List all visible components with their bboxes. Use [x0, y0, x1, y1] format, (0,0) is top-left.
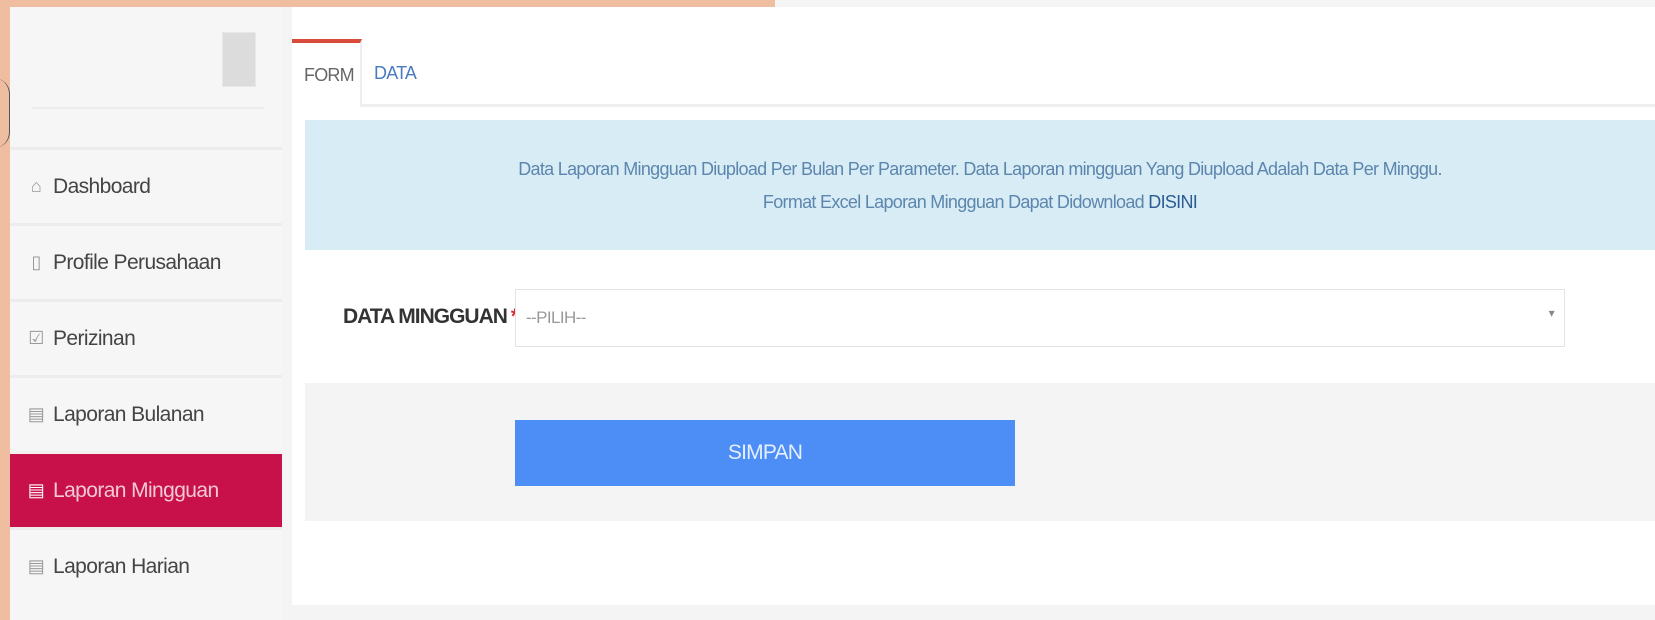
sidebar-item-dashboard[interactable]: ⌂ Dashboard — [10, 147, 282, 223]
file-icon: ▯ — [31, 252, 41, 272]
sidebar-item-label: Laporan Bulanan — [53, 402, 205, 426]
frame-top — [0, 0, 775, 7]
tab-form[interactable]: FORM — [292, 39, 362, 107]
sidebar-item-perizinan[interactable]: ☑ Perizinan — [10, 299, 282, 375]
info-alert: Data Laporan Mingguan Diupload Per Bulan… — [305, 120, 1655, 250]
main-panel: FORM DATA Data Laporan Mingguan Diupload… — [292, 7, 1655, 605]
tab-data[interactable]: DATA — [362, 39, 428, 107]
book-icon: ▤ — [27, 556, 45, 576]
info-line-1: Data Laporan Mingguan Diupload Per Bulan… — [518, 159, 1442, 179]
sidebar: ⌂ Dashboard ▯ Profile Perusahaan ☑ Periz… — [10, 7, 282, 620]
sidebar-item-label: Laporan Mingguan — [53, 478, 219, 502]
sidebar-item-laporan-bulanan[interactable]: ▤ Laporan Bulanan — [10, 375, 282, 451]
sidebar-item-laporan-mingguan[interactable]: ▤ Laporan Mingguan — [10, 451, 282, 527]
data-mingguan-label: DATA MINGGUAN* — [343, 305, 519, 329]
brand-divider — [32, 107, 264, 109]
download-link[interactable]: DISINI — [1148, 192, 1198, 212]
book-icon: ▤ — [27, 404, 45, 424]
field-label-text: DATA MINGGUAN — [343, 305, 508, 328]
brand-logo-placeholder[interactable] — [222, 32, 256, 87]
chevron-down-icon: ▾ — [1548, 306, 1555, 320]
book-icon: ▤ — [27, 480, 45, 500]
frame-curl — [0, 78, 10, 148]
sidebar-menu: ⌂ Dashboard ▯ Profile Perusahaan ☑ Periz… — [10, 147, 282, 603]
sidebar-item-label: Dashboard — [53, 174, 151, 198]
info-line-2-text: Format Excel Laporan Mingguan Dapat Dido… — [762, 192, 1149, 212]
page: ⌂ Dashboard ▯ Profile Perusahaan ☑ Periz… — [0, 0, 1655, 620]
check-square-icon: ☑ — [28, 328, 44, 348]
sidebar-item-label: Profile Perusahaan — [53, 250, 221, 274]
sidebar-item-profile-perusahaan[interactable]: ▯ Profile Perusahaan — [10, 223, 282, 299]
sidebar-item-label: Laporan Harian — [53, 554, 190, 578]
sidebar-item-label: Perizinan — [53, 326, 136, 350]
save-button[interactable]: SIMPAN — [515, 420, 1015, 486]
data-mingguan-select[interactable]: --PILIH-- ▾ — [515, 289, 1565, 347]
sidebar-brand — [10, 7, 282, 145]
dashboard-icon: ⌂ — [30, 176, 42, 196]
sidebar-item-laporan-harian[interactable]: ▤ Laporan Harian — [10, 527, 282, 603]
tab-bar: FORM DATA — [292, 39, 1655, 107]
info-line-2: Format Excel Laporan Mingguan Dapat Dido… — [305, 186, 1655, 219]
select-value: --PILIH-- — [526, 308, 586, 327]
frame-top-light — [775, 0, 1655, 7]
form-row-data-mingguan: DATA MINGGUAN* --PILIH-- ▾ — [305, 289, 1655, 347]
form-actions: SIMPAN — [305, 383, 1655, 521]
